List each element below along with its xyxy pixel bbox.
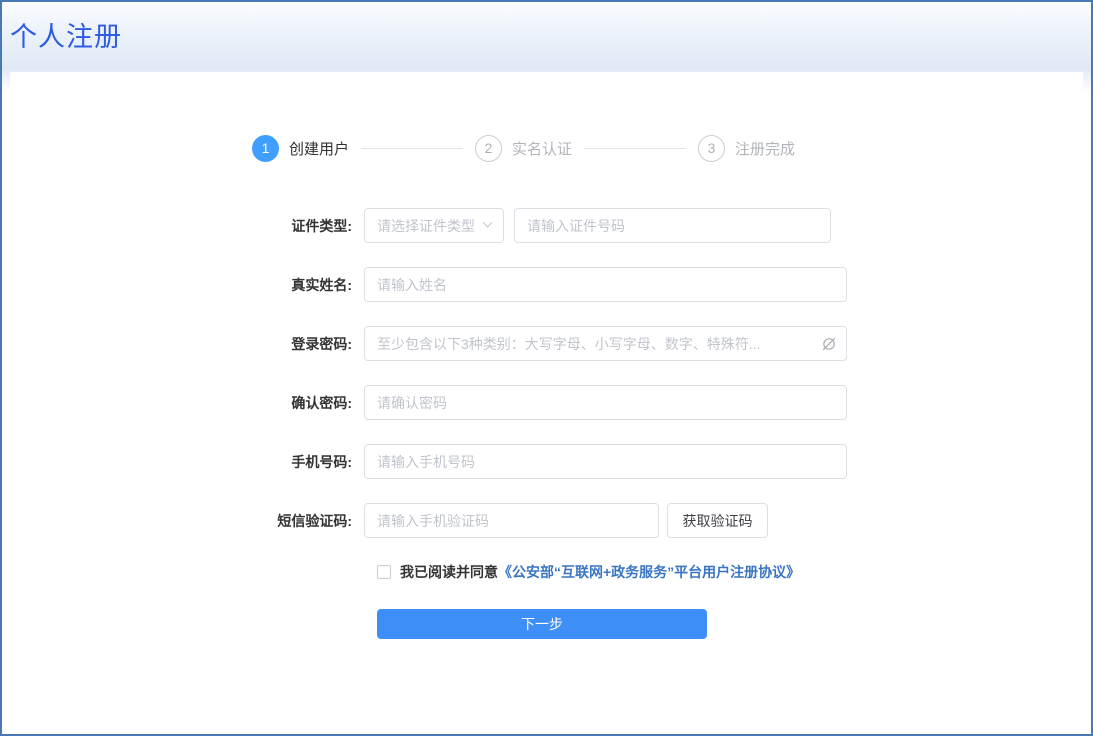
password-input-wrap bbox=[364, 326, 847, 361]
sms-code-label: 短信验证码: bbox=[260, 511, 352, 531]
step-connector-line bbox=[361, 148, 463, 149]
cert-number-input[interactable] bbox=[514, 208, 831, 243]
next-step-button[interactable]: 下一步 bbox=[377, 609, 707, 639]
cert-type-label: 证件类型: bbox=[260, 216, 352, 236]
agreement-link[interactable]: 《公安部“互联网+政务服务”平台用户注册协议》 bbox=[498, 562, 800, 582]
stepper: 1 创建用户 2 实名认证 3 注册完成 bbox=[252, 134, 1083, 162]
form-row-real-name: 真实姓名: bbox=[10, 267, 1083, 302]
step-create-user: 1 创建用户 bbox=[252, 135, 361, 162]
form-row-sms-code: 短信验证码: 获取验证码 bbox=[10, 503, 1083, 538]
cert-type-select[interactable]: 请选择证件类型 bbox=[364, 208, 504, 243]
step-connector-line bbox=[584, 148, 686, 149]
get-sms-code-button[interactable]: 获取验证码 bbox=[667, 503, 768, 538]
form-row-confirm-password: 确认密码: bbox=[10, 385, 1083, 420]
password-input[interactable] bbox=[364, 326, 847, 361]
password-label: 登录密码: bbox=[260, 334, 352, 354]
agreement-text: 我已阅读并同意 bbox=[400, 562, 498, 582]
form-row-mobile: 手机号码: bbox=[10, 444, 1083, 479]
cert-type-select-placeholder: 请选择证件类型 bbox=[377, 216, 484, 236]
mobile-label: 手机号码: bbox=[260, 452, 352, 472]
step-2-label: 实名认证 bbox=[512, 138, 572, 159]
real-name-label: 真实姓名: bbox=[260, 275, 352, 295]
form-row-password: 登录密码: bbox=[10, 326, 1083, 361]
step-3-label: 注册完成 bbox=[735, 138, 795, 159]
sms-code-input[interactable] bbox=[364, 503, 659, 538]
registration-page: 个人注册 1 创建用户 2 实名认证 3 注册完成 证件类型: bbox=[0, 0, 1093, 736]
mobile-input[interactable] bbox=[364, 444, 847, 479]
agreement-checkbox[interactable] bbox=[377, 565, 391, 579]
agreement-row: 我已阅读并同意 《公安部“互联网+政务服务”平台用户注册协议》 bbox=[377, 562, 1083, 582]
real-name-input[interactable] bbox=[364, 267, 847, 302]
confirm-password-label: 确认密码: bbox=[260, 393, 352, 413]
confirm-password-input[interactable] bbox=[364, 385, 847, 420]
form-row-cert-type: 证件类型: 请选择证件类型 bbox=[10, 208, 1083, 243]
registration-form: 证件类型: 请选择证件类型 真实姓名: 登录密码: bbox=[10, 208, 1083, 538]
step-1-badge: 1 bbox=[252, 135, 279, 162]
eye-off-icon[interactable] bbox=[820, 335, 838, 353]
step-register-complete: 3 注册完成 bbox=[698, 135, 807, 162]
page-title: 个人注册 bbox=[2, 2, 1091, 54]
page-header: 个人注册 bbox=[2, 2, 1091, 54]
step-1-label: 创建用户 bbox=[289, 138, 349, 159]
chevron-down-icon bbox=[483, 218, 493, 228]
form-card: 1 创建用户 2 实名认证 3 注册完成 证件类型: 请选择证件类型 bbox=[10, 72, 1083, 727]
step-2-badge: 2 bbox=[475, 135, 502, 162]
step-3-badge: 3 bbox=[698, 135, 725, 162]
step-realname-auth: 2 实名认证 bbox=[475, 135, 584, 162]
